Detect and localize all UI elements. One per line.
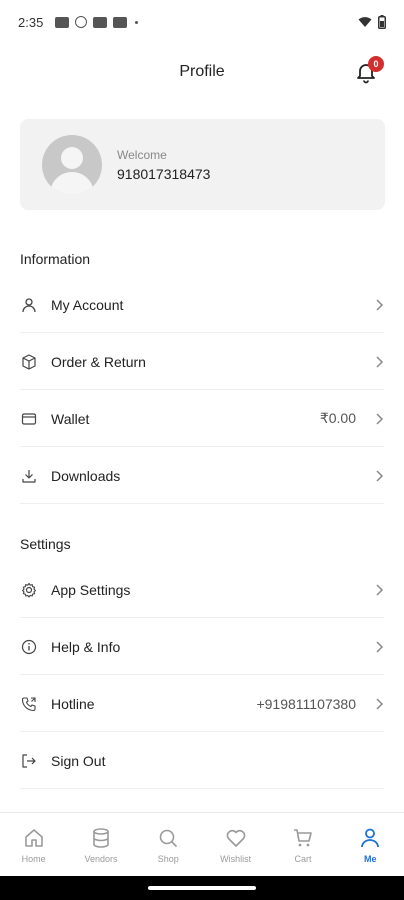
- gear-icon: [20, 581, 38, 599]
- download-icon: [20, 467, 38, 485]
- profile-card[interactable]: Welcome 918017318473: [20, 119, 385, 210]
- avatar: [42, 134, 102, 195]
- nav-label: Me: [364, 853, 377, 864]
- notification-badge: 0: [368, 56, 384, 72]
- info-icon: [20, 638, 38, 656]
- menu-item-order-return[interactable]: Order & Return: [20, 334, 384, 390]
- cart-icon: [293, 828, 312, 846]
- heart-icon: [226, 829, 245, 847]
- wallet-icon: [20, 410, 38, 428]
- nav-label: Vendors: [84, 853, 118, 864]
- youtube-icon: [113, 16, 128, 28]
- person-icon: [361, 828, 380, 847]
- nav-label: Shop: [157, 853, 179, 864]
- chevron-right-icon: [376, 583, 384, 596]
- menu-item-downloads[interactable]: Downloads: [20, 448, 384, 504]
- menu-item-help-info[interactable]: Help & Info: [20, 619, 384, 675]
- menu-item-hotline[interactable]: Hotline +919811107380: [20, 676, 384, 732]
- box-icon: [20, 353, 38, 371]
- database-icon: [93, 827, 109, 848]
- nav-item-me[interactable]: Me: [337, 813, 404, 876]
- menu-label: Hotline: [51, 695, 95, 712]
- menu-label: Sign Out: [51, 752, 106, 769]
- nav-label: Cart: [294, 853, 312, 864]
- bottom-nav: Home Vendors Shop Wishlist Cart Me: [0, 812, 404, 876]
- chevron-right-icon: [376, 469, 384, 482]
- nav-label: Home: [21, 853, 46, 864]
- nav-item-vendors[interactable]: Vendors: [67, 813, 134, 876]
- page-title: Profile: [179, 63, 225, 80]
- section-title-settings: Settings: [20, 536, 71, 552]
- wallet-balance: ₹0.00: [319, 410, 356, 426]
- user-icon: [20, 296, 38, 314]
- menu-label: Help & Info: [51, 638, 121, 655]
- profile-phone: 918017318473: [117, 165, 211, 182]
- menu-label: App Settings: [51, 581, 131, 598]
- chevron-right-icon: [376, 697, 384, 710]
- chevron-right-icon: [376, 640, 384, 653]
- menu-item-wallet[interactable]: Wallet ₹0.00: [20, 391, 384, 447]
- menu-label: Order & Return: [51, 353, 146, 370]
- nav-item-cart[interactable]: Cart: [269, 813, 336, 876]
- dot-icon: [135, 20, 139, 24]
- home-indicator[interactable]: [148, 886, 256, 890]
- nav-item-shop[interactable]: Shop: [135, 813, 202, 876]
- search-icon: [160, 829, 178, 847]
- header: Profile 0: [0, 50, 404, 94]
- menu-label: My Account: [51, 296, 124, 313]
- menu-label: Wallet: [51, 410, 90, 427]
- hotline-number[interactable]: +919811107380: [256, 696, 356, 712]
- nav-item-wishlist[interactable]: Wishlist: [202, 813, 269, 876]
- chevron-right-icon: [376, 355, 384, 368]
- menu-item-app-settings[interactable]: App Settings: [20, 562, 384, 618]
- sign-out-icon: [20, 752, 38, 770]
- chevron-right-icon: [376, 298, 384, 311]
- nav-item-home[interactable]: Home: [0, 813, 67, 876]
- battery-icon: [378, 15, 386, 29]
- circle-icon: [75, 16, 88, 28]
- menu-label: Downloads: [51, 467, 121, 484]
- menu-item-sign-out[interactable]: Sign Out: [20, 733, 384, 789]
- gesture-bar: [0, 876, 404, 900]
- menu-item-my-account[interactable]: My Account: [20, 277, 384, 333]
- chevron-right-icon: [376, 412, 384, 425]
- status-bar: 2:35: [0, 0, 404, 44]
- section-title-information: Information: [20, 251, 91, 267]
- youtube-icon: [93, 16, 108, 28]
- nav-label: Wishlist: [220, 853, 252, 864]
- home-icon: [24, 828, 43, 847]
- phone-icon: [20, 695, 38, 713]
- status-time: 2:35: [18, 14, 44, 30]
- welcome-text: Welcome: [117, 147, 167, 162]
- wifi-icon: [358, 17, 372, 27]
- gmail-icon: [55, 16, 70, 28]
